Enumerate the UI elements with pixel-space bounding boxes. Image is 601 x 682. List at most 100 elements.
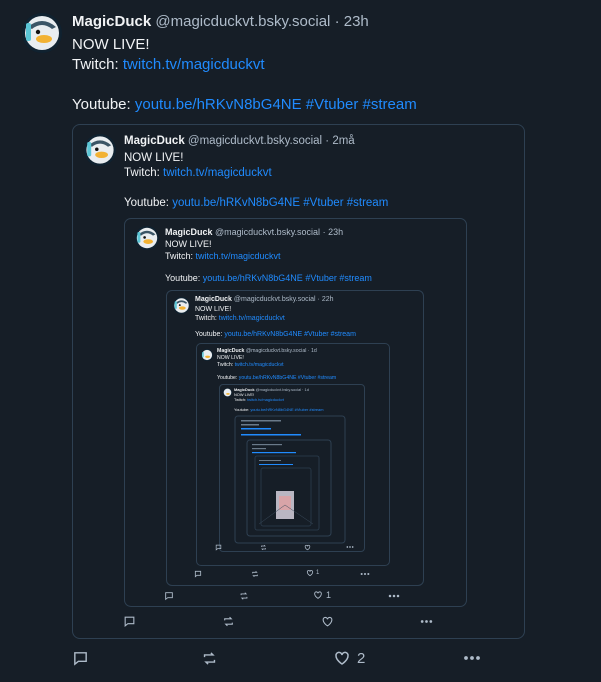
quote1-hashtag-stream[interactable]: #stream [347, 197, 389, 209]
more-options-button[interactable] [463, 655, 481, 661]
post-card[interactable]: MagicDuck @magicduckvt.bsky.social · 23h… [0, 0, 601, 682]
quote3-avatar[interactable] [173, 297, 190, 314]
tiny-text-lines [241, 420, 301, 465]
quote1-like-button[interactable] [321, 615, 334, 628]
quote4-youtube-link[interactable]: youtu.be/hRKvN8bG4NE [239, 375, 297, 381]
quote3-time[interactable]: 22h [322, 296, 334, 303]
quote4-time[interactable]: 1d [311, 348, 317, 354]
quote2-youtube-label: Youtube: [165, 273, 201, 283]
author-name[interactable]: MagicDuck [72, 13, 151, 30]
quote2-hashtag-stream[interactable]: #stream [339, 273, 372, 283]
quote1-author-name[interactable]: MagicDuck [124, 135, 185, 147]
youtube-link[interactable]: youtu.be/hRKvN8bG4NE [135, 96, 302, 113]
quote1-author-handle[interactable]: @magicduckvt.bsky.social [188, 135, 322, 147]
quote4-more-button[interactable] [346, 544, 354, 550]
like-count: 2 [357, 649, 366, 667]
reply-icon [165, 592, 173, 601]
quote2-avatar[interactable] [135, 226, 159, 250]
quote4-avatar[interactable] [201, 349, 213, 361]
quote4-author-handle[interactable]: @magicduckvt.bsky.social [246, 348, 307, 354]
reply-icon [194, 570, 202, 578]
repost-icon [261, 544, 266, 551]
twitch-link[interactable]: twitch.tv/magicduckvt [123, 56, 265, 73]
quote4-text-line: NOW LIVE! [217, 355, 244, 361]
quote1-youtube-link[interactable]: youtu.be/hRKvN8bG4NE [172, 197, 300, 209]
quote1-avatar[interactable] [84, 134, 116, 166]
quote1-repost-button[interactable] [222, 615, 235, 628]
quote2-author-name[interactable]: MagicDuck [165, 227, 213, 237]
youtube-label: Youtube: [72, 96, 131, 113]
author-avatar[interactable] [22, 13, 62, 53]
quote2-author-handle[interactable]: @magicduckvt.bsky.social [215, 227, 320, 237]
author-handle[interactable]: @magicduckvt.bsky.social [155, 13, 330, 30]
quote3-like-button[interactable]: 1 [306, 569, 319, 577]
quote3-twitch-link[interactable]: twitch.tv/magicduckvt [219, 315, 285, 322]
more-icon [388, 594, 400, 598]
quote3-author-handle[interactable]: @magicduckvt.bsky.social [234, 296, 316, 303]
quote1-twitch-link[interactable]: twitch.tv/magicduckvt [163, 167, 272, 179]
more-icon [360, 572, 370, 576]
hashtag-stream[interactable]: #stream [363, 96, 417, 113]
quote2-more-button[interactable] [388, 593, 400, 599]
quote4-youtube-label: Youtube: [217, 375, 238, 381]
quote2-hashtag-vtuber[interactable]: #Vtuber [305, 273, 337, 283]
quote2-twitch-link[interactable]: twitch.tv/magicduckvt [196, 251, 281, 261]
post-time[interactable]: 23h [344, 13, 369, 30]
quote3-like-count: 1 [316, 570, 320, 576]
like-icon [314, 591, 322, 599]
quote4-twitch-link[interactable]: twitch.tv/magicduckvt [235, 362, 284, 368]
hashtag-vtuber[interactable]: #Vtuber [306, 96, 359, 113]
reply-icon [215, 544, 222, 551]
quote3-youtube-label: Youtube: [195, 331, 223, 338]
quote1-text-line: NOW LIVE! [124, 152, 184, 164]
twitch-label: Twitch: [72, 56, 119, 73]
quote1-more-button[interactable] [420, 619, 433, 624]
quote2-like-count: 1 [326, 590, 332, 600]
quote4-hashtag-vtuber[interactable]: #Vtuber [298, 375, 316, 381]
quote1-hashtag-vtuber[interactable]: #Vtuber [303, 197, 343, 209]
more-icon [420, 620, 433, 623]
repost-icon [252, 571, 258, 577]
quote4-author-name[interactable]: MagicDuck [217, 348, 244, 354]
quote1-reply-button[interactable] [123, 615, 136, 628]
quote3-youtube-link[interactable]: youtu.be/hRKvN8bG4NE [224, 331, 302, 338]
reply-icon [124, 616, 135, 627]
post-time-separator: · [334, 13, 344, 30]
quote4-reply-button[interactable] [215, 544, 222, 551]
like-button[interactable]: 2 [333, 649, 365, 667]
duck-avatar-icon [201, 349, 213, 361]
quote3-hashtag-stream[interactable]: #stream [331, 331, 356, 338]
duck-avatar-icon [84, 134, 116, 166]
quote4-repost-button[interactable] [260, 544, 267, 551]
quote3-author-name[interactable]: MagicDuck [195, 296, 232, 303]
like-icon [304, 544, 311, 551]
quote2-reply-button[interactable] [164, 591, 174, 601]
quote2-time[interactable]: 23h [328, 227, 343, 237]
quote4-hashtag-stream[interactable]: #stream [318, 375, 337, 381]
repost-button[interactable] [201, 650, 218, 667]
reply-button[interactable] [72, 650, 89, 667]
duck-avatar-icon [135, 226, 159, 250]
quote2-like-button[interactable]: 1 [313, 590, 331, 600]
quote1-time[interactable]: 2må [332, 135, 354, 147]
quote1-youtube-label: Youtube: [124, 197, 169, 209]
quote4-twitch-label: Twitch: [217, 362, 234, 368]
deeper-nested-quotes [234, 415, 346, 544]
like-icon [322, 616, 333, 627]
duck-avatar-icon [22, 13, 62, 53]
quote2-repost-button[interactable] [239, 591, 249, 601]
duck-avatar-icon [173, 297, 190, 314]
quote4-like-button[interactable] [304, 544, 311, 551]
quote2-youtube-link[interactable]: youtu.be/hRKvN8bG4NE [203, 273, 303, 283]
more-icon [464, 656, 480, 660]
quote3-reply-button[interactable] [194, 570, 202, 578]
quote3-more-button[interactable] [360, 571, 370, 577]
quote3-twitch-label: Twitch: [195, 315, 217, 322]
like-icon [335, 651, 349, 665]
quote3-repost-button[interactable] [251, 570, 259, 578]
quoted-post-7 [246, 439, 332, 537]
quote2-text-line: NOW LIVE! [165, 239, 212, 249]
more-icon [346, 546, 354, 548]
quote2-twitch-label: Twitch: [165, 251, 194, 261]
quote3-hashtag-vtuber[interactable]: #Vtuber [304, 331, 329, 338]
